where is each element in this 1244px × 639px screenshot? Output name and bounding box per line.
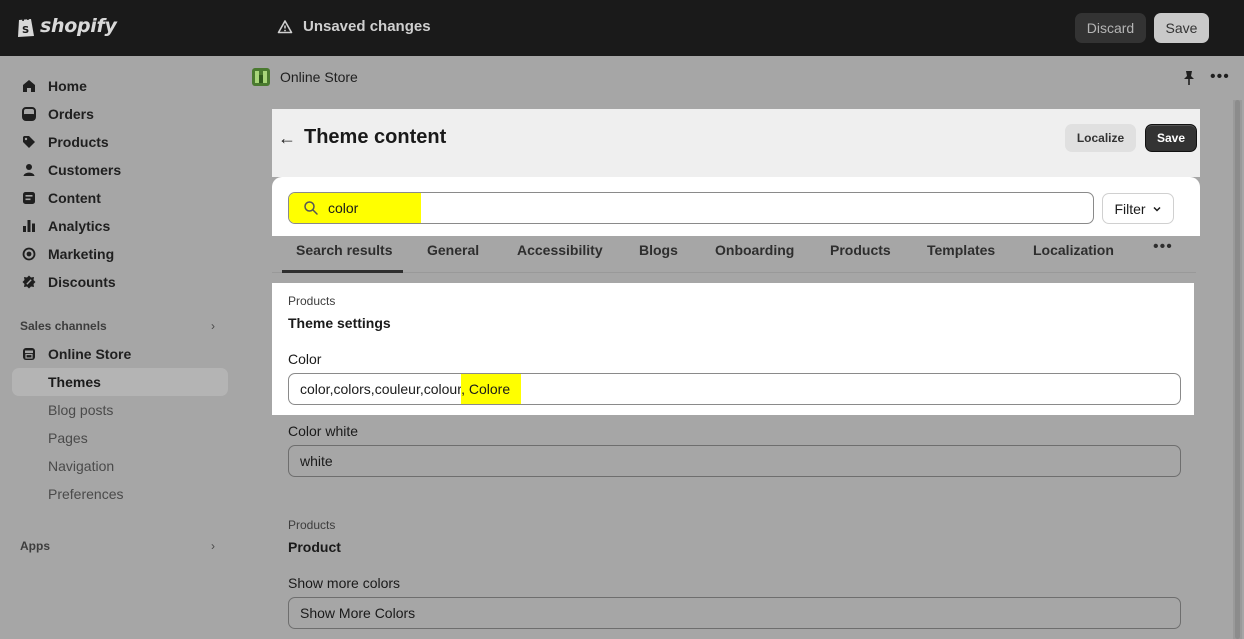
tab-blogs[interactable]: Blogs <box>639 242 678 258</box>
top-save-button[interactable]: Save <box>1154 13 1209 43</box>
chevron-right-icon[interactable]: › <box>211 319 215 333</box>
sidebar-item-orders[interactable]: Orders <box>12 100 228 128</box>
discount-icon <box>22 275 36 289</box>
field-label-color-white: Color white <box>288 423 359 439</box>
sidebar-item-content[interactable]: Content <box>12 184 228 212</box>
sidebar-item-marketing[interactable]: Marketing <box>12 240 228 268</box>
sidebar-item-label: Customers <box>48 162 122 178</box>
top-bar: S shopify Unsaved changes Discard Save <box>0 0 1244 56</box>
home-icon <box>22 79 36 93</box>
save-button[interactable]: Save <box>1145 124 1197 152</box>
search-box[interactable] <box>288 192 1094 224</box>
bar-chart-icon <box>22 219 36 233</box>
search-input[interactable] <box>328 193 1088 223</box>
sidebar-item-online-store[interactable]: Online Store <box>12 340 228 368</box>
color-field-value: color,colors,couleur,colour, Colore <box>300 374 522 404</box>
color-white-field-value: white <box>300 453 333 469</box>
more-tabs-icon[interactable]: ••• <box>1153 238 1173 256</box>
discard-button[interactable]: Discard <box>1075 13 1146 43</box>
content-icon <box>22 191 36 205</box>
sidebar-subitem-preferences[interactable]: Preferences <box>12 480 228 508</box>
tab-localization[interactable]: Localization <box>1033 242 1114 258</box>
result-category: Products <box>288 518 336 532</box>
tab-general[interactable]: General <box>427 242 479 258</box>
sidebar-subitem-navigation[interactable]: Navigation <box>12 452 228 480</box>
orders-icon <box>22 107 36 121</box>
filter-button[interactable]: Filter <box>1102 193 1174 224</box>
back-arrow-icon[interactable]: ← <box>278 128 296 149</box>
sidebar-item-label: Home <box>48 78 87 94</box>
unsaved-status: Unsaved changes <box>277 18 431 35</box>
sidebar-item-label: Marketing <box>48 246 115 262</box>
sidebar-item-analytics[interactable]: Analytics <box>12 212 228 240</box>
show-more-colors-field[interactable]: Show More Colors <box>288 597 1181 629</box>
sidebar-item-products[interactable]: Products <box>12 128 228 156</box>
tab-products[interactable]: Products <box>830 242 891 258</box>
sidebar-subitem-themes[interactable]: Themes <box>12 368 228 396</box>
scrollbar-thumb[interactable] <box>1235 100 1240 639</box>
sidebar-item-home[interactable]: Home <box>12 72 228 100</box>
search-icon <box>304 201 318 215</box>
pin-icon[interactable] <box>1182 70 1196 86</box>
shopify-bag-icon: S <box>18 15 34 37</box>
tab-onboarding[interactable]: Onboarding <box>715 242 794 258</box>
tag-icon <box>22 135 36 149</box>
sidebar-item-label: Discounts <box>48 274 116 290</box>
show-more-colors-field-value: Show More Colors <box>300 605 416 621</box>
tab-search-results[interactable]: Search results <box>296 242 393 258</box>
sidebar-item-label: Products <box>48 134 109 150</box>
store-icon <box>22 347 36 361</box>
unsaved-status-text: Unsaved changes <box>303 18 431 35</box>
result-title: Product <box>288 539 341 555</box>
chevron-right-icon[interactable]: › <box>211 539 215 553</box>
filter-label: Filter <box>1114 200 1146 217</box>
breadcrumb-label: Online Store <box>280 69 358 85</box>
person-icon <box>22 163 36 177</box>
result-category: Products <box>288 294 336 308</box>
field-label-color: Color <box>288 351 322 367</box>
field-label-show-more-colors: Show more colors <box>288 575 401 591</box>
sidebar-item-customers[interactable]: Customers <box>12 156 228 184</box>
sales-channels-heading: Sales channels <box>20 319 107 333</box>
svg-text:S: S <box>22 25 29 36</box>
more-actions-icon[interactable]: ••• <box>1210 68 1230 86</box>
target-icon <box>22 247 36 261</box>
result-title: Theme settings <box>288 315 391 331</box>
sidebar-item-discounts[interactable]: Discounts <box>12 268 228 296</box>
color-field-value-plain: color,colors,couleur,colour <box>300 381 462 397</box>
breadcrumb[interactable]: Online Store <box>252 68 358 86</box>
active-tab-indicator <box>282 270 403 273</box>
online-store-icon <box>252 68 270 86</box>
tab-accessibility[interactable]: Accessibility <box>517 242 603 258</box>
chevron-down-icon <box>1153 206 1161 212</box>
color-field[interactable]: color,colors,couleur,colour, Colore <box>288 373 1181 405</box>
sidebar-item-label: Content <box>48 190 101 206</box>
tab-bar: Search results General Accessibility Blo… <box>272 236 1196 273</box>
brand-name: shopify <box>40 15 117 37</box>
tab-templates[interactable]: Templates <box>927 242 995 258</box>
apps-heading: Apps <box>20 539 50 553</box>
sidebar-item-label: Analytics <box>48 218 111 234</box>
sidebar-subitem-pages[interactable]: Pages <box>12 424 228 452</box>
localize-button[interactable]: Localize <box>1065 124 1136 152</box>
shopify-logo[interactable]: S shopify <box>16 14 117 38</box>
sidebar-item-label: Orders <box>48 106 94 122</box>
warning-icon <box>277 19 293 33</box>
page-title: Theme content <box>304 126 447 148</box>
sidebar-item-label: Online Store <box>48 346 132 362</box>
color-white-field[interactable]: white <box>288 445 1181 477</box>
color-field-value-highlight: , Colore <box>461 374 522 404</box>
sidebar-subitem-blog-posts[interactable]: Blog posts <box>12 396 228 424</box>
